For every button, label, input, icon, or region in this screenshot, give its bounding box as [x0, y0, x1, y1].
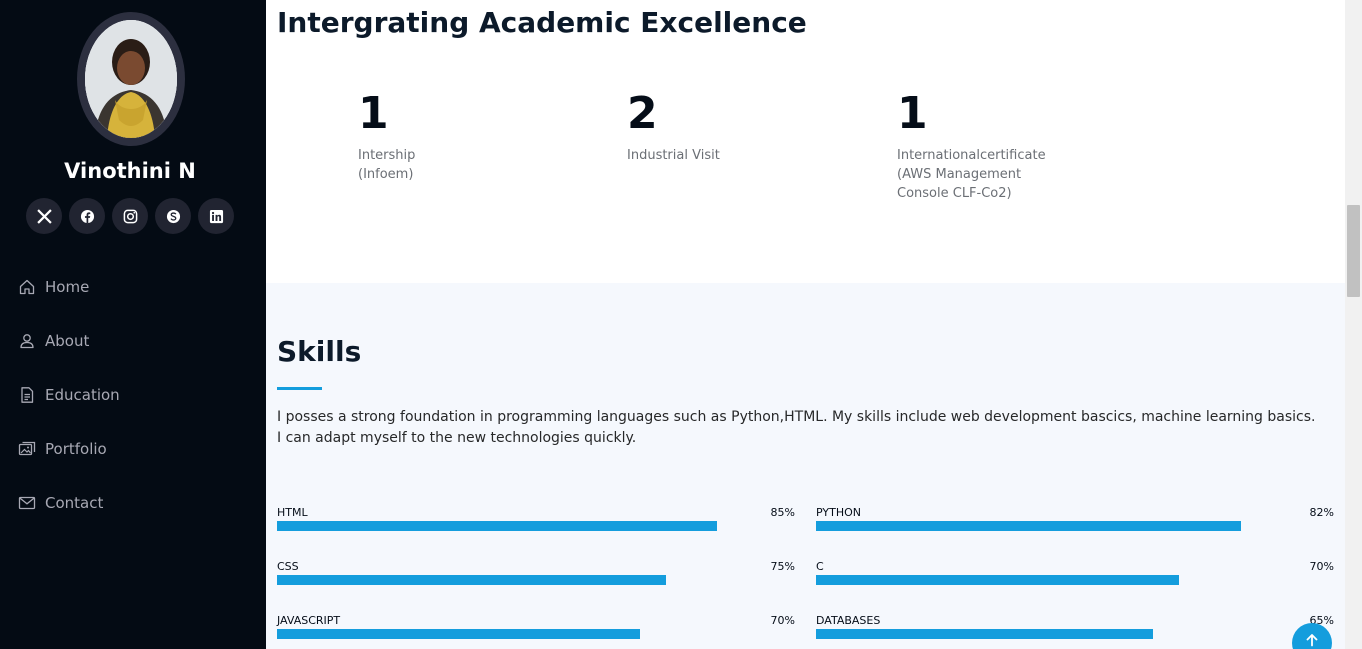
sidebar-item-portfolio[interactable]: Portfolio — [18, 422, 120, 476]
skills-section: Skills I posses a strong foundation in p… — [266, 283, 1345, 649]
skills-title: Skills — [277, 335, 362, 368]
skill-progress-bar — [277, 629, 640, 639]
facts-title: Intergrating Academic Excellence — [277, 6, 807, 39]
skype-button[interactable] — [155, 198, 191, 234]
scrollbar-thumb[interactable] — [1347, 205, 1360, 297]
skype-icon — [166, 209, 180, 223]
sidebar-item-home[interactable]: Home — [18, 260, 120, 314]
skill-name: C — [816, 560, 824, 573]
sidebar: Vinothini N Home About Education Portfol… — [0, 0, 266, 649]
skill-value: 82% — [1309, 506, 1334, 519]
sidebar-item-label: Education — [45, 386, 120, 404]
sidebar-item-label: Home — [45, 278, 90, 296]
skill-name: HTML — [277, 506, 308, 519]
person-icon — [20, 334, 34, 349]
facts-section: Intergrating Academic Excellence 1 Inter… — [266, 0, 1345, 283]
skills-description: I posses a strong foundation in programm… — [277, 409, 1316, 446]
fact-number: 1 — [358, 88, 389, 139]
fact-item: 1 Intership (Infoem) — [358, 88, 558, 184]
linkedin-button[interactable] — [198, 198, 234, 234]
fact-label: Intership (Infoem) — [358, 148, 416, 182]
skill-value: 75% — [770, 560, 795, 573]
skill-progress — [277, 629, 795, 639]
avatar — [85, 20, 177, 138]
sidebar-item-education[interactable]: Education — [18, 368, 120, 422]
skill-progress-bar — [277, 575, 666, 585]
skill-value: 70% — [1309, 560, 1334, 573]
sidebar-item-about[interactable]: About — [18, 314, 120, 368]
skill-value: 85% — [770, 506, 795, 519]
instagram-icon — [123, 209, 137, 223]
profile-name: Vinothini N — [64, 159, 196, 183]
fact-item: 2 Industrial Visit — [627, 88, 827, 165]
skill-progress — [277, 575, 795, 585]
fact-label: Industrial Visit — [627, 148, 720, 163]
skill-progress-bar — [816, 629, 1153, 639]
skill-progress — [816, 521, 1334, 531]
x-twitter-icon — [36, 208, 52, 224]
social-links — [26, 198, 234, 234]
fact-item: 1 Internationalcertificate (AWS Manageme… — [897, 88, 1097, 203]
skill-value: 70% — [770, 614, 795, 627]
sidebar-item-label: Contact — [45, 494, 104, 512]
skill-name: DATABASES — [816, 614, 881, 627]
instagram-button[interactable] — [112, 198, 148, 234]
house-icon — [19, 279, 35, 295]
skill-progress — [816, 575, 1334, 585]
skill-name: JAVASCRIPT — [277, 614, 341, 627]
envelope-icon — [18, 496, 36, 510]
avatar-frame — [77, 12, 185, 146]
title-underline — [277, 387, 322, 390]
skill-progress-bar — [277, 521, 718, 531]
sidebar-item-label: Portfolio — [45, 440, 107, 458]
fact-label: Internationalcertificate (AWS Management… — [897, 148, 1046, 201]
sidebar-item-contact[interactable]: Contact — [18, 476, 120, 530]
skill-name: CSS — [277, 560, 299, 573]
skill-name: PYTHON — [816, 506, 861, 519]
sidebar-item-label: About — [45, 332, 90, 350]
facebook-button[interactable] — [69, 198, 105, 234]
x-twitter-button[interactable] — [26, 198, 62, 234]
skill-progress — [816, 629, 1334, 639]
skill-progress-bar — [816, 521, 1241, 531]
linkedin-icon — [209, 209, 223, 223]
page-scrollbar[interactable] — [1345, 0, 1362, 649]
main-content: Intergrating Academic Excellence 1 Inter… — [266, 0, 1345, 649]
fact-number: 2 — [627, 88, 658, 139]
file-text-icon — [21, 387, 34, 403]
images-icon — [18, 441, 36, 456]
sidebar-nav: Home About Education Portfolio Contact — [18, 260, 120, 530]
skill-progress-bar — [816, 575, 1179, 585]
fact-number: 1 — [897, 88, 928, 139]
facebook-icon — [80, 209, 94, 223]
skill-progress — [277, 521, 795, 531]
arrow-up-icon — [1306, 634, 1318, 647]
